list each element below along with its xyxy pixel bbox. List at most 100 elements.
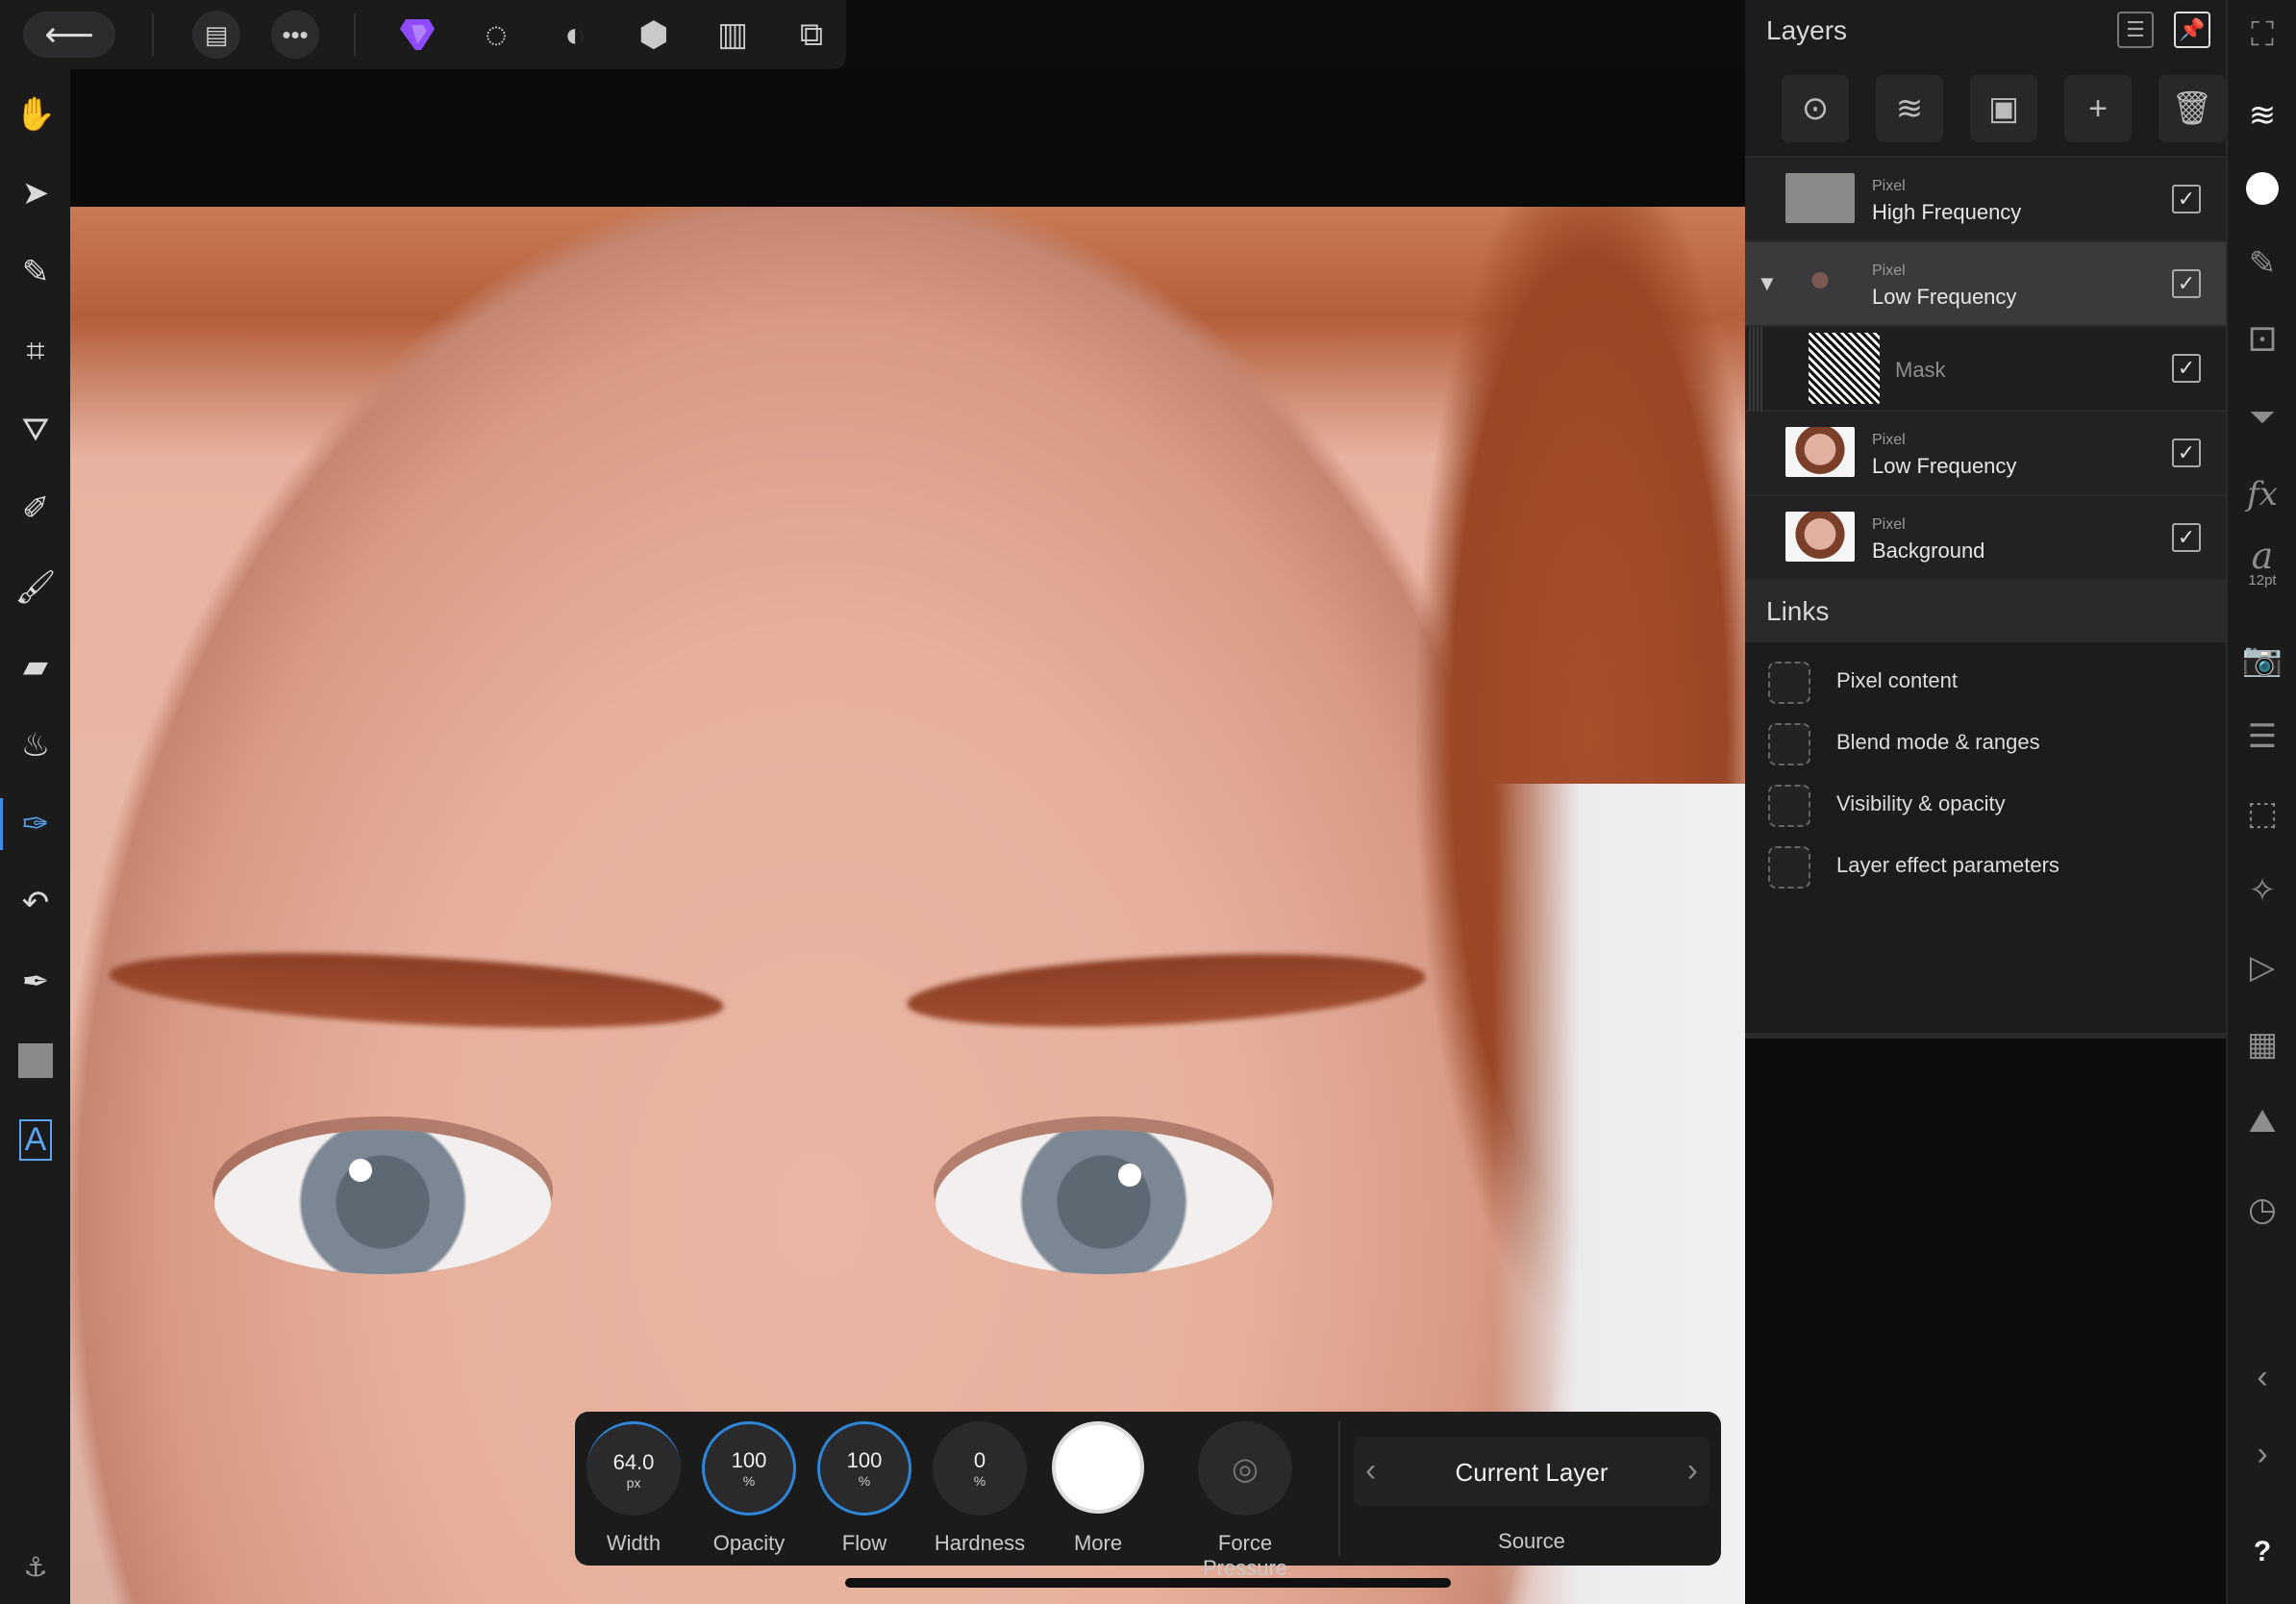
toolbar-divider (354, 13, 356, 56)
healing-brush-tool[interactable]: ✑ (0, 798, 62, 850)
histogram-studio-button[interactable]: ⛰ (2237, 1096, 2287, 1146)
transform-studio-button[interactable]: ⬚ (2237, 789, 2287, 839)
color-studio-button[interactable] (2237, 163, 2287, 213)
view-mode-icon: ⧉ (799, 15, 824, 53)
link-toggle[interactable] (1768, 723, 1810, 765)
force-pressure-toggle[interactable]: ◎ (1198, 1421, 1292, 1516)
help-button[interactable]: ? (2237, 1527, 2287, 1577)
layer-blend-button[interactable]: ≋ (1876, 75, 1943, 142)
adjustments-studio-button[interactable]: ⏷ (2237, 392, 2287, 442)
hand-tool[interactable]: ✋ (10, 88, 62, 140)
more-brush-options-button[interactable] (1052, 1421, 1144, 1514)
navigator-studio-button[interactable]: ✧ (2237, 865, 2287, 915)
flow-dial[interactable]: 100 % (817, 1421, 911, 1516)
move-tool[interactable]: ➤ (10, 167, 62, 219)
develop-persona-button[interactable]: ◐ (550, 10, 600, 60)
fullscreen-icon: ⛶ (2251, 15, 2274, 53)
pin-panel-button[interactable]: 📌 (2174, 12, 2210, 48)
pin-icon: 📌 (2179, 17, 2206, 41)
context-toolbar: 64.0 px Width 100 % Opacity 100 % Flow 0… (575, 1412, 1721, 1580)
chevron-right-icon[interactable]: › (1687, 1452, 1698, 1490)
selection-brush-tool[interactable]: ✐ (10, 483, 62, 535)
width-dial[interactable]: 64.0 px (586, 1421, 681, 1516)
home-indicator (845, 1578, 1451, 1588)
layer-row[interactable]: Pixel Background ✓ (1745, 496, 2226, 581)
child-indent-bar (1749, 327, 1762, 412)
brushes-studio-button[interactable]: ✎ (2237, 238, 2287, 288)
erase-tool[interactable]: ▰ (10, 640, 62, 692)
delete-layer-button[interactable]: 🗑 (2159, 75, 2226, 142)
flood-fill-tool[interactable]: ⛛ (10, 404, 62, 456)
layer-visibility-checkbox[interactable]: ✓ (2172, 354, 2201, 383)
hardness-dial[interactable]: 0 % (933, 1421, 1027, 1516)
crop-icon: ⌗ (26, 332, 45, 369)
link-toggle[interactable] (1768, 785, 1810, 827)
text-tool[interactable]: A (10, 1114, 62, 1165)
paint-brush-tool[interactable]: 🖌 (10, 562, 62, 614)
layers-studio-button[interactable]: ≋ (2237, 90, 2287, 140)
canvas-top-margin (0, 69, 1745, 207)
layer-visibility-checkbox[interactable]: ✓ (2172, 185, 2201, 213)
link-item[interactable]: Visibility & opacity (1745, 773, 2226, 835)
layer-type: Pixel (1872, 178, 1906, 194)
undo-brush-tool[interactable]: ↶ (10, 877, 62, 929)
layer-row[interactable]: Pixel High Frequency ✓ (1745, 158, 2226, 242)
fullscreen-button[interactable]: ⛶ (2237, 10, 2287, 60)
color-picker-tool[interactable]: ✎ (10, 246, 62, 298)
panel-menu-button[interactable]: ☰ (2117, 12, 2154, 48)
layer-row[interactable]: Pixel Low Frequency ✓ (1745, 412, 2226, 496)
history-studio-button[interactable]: ◷ (2237, 1185, 2287, 1235)
document-icon: ▤ (204, 19, 229, 49)
effects-studio-button[interactable]: fx (2237, 469, 2287, 519)
expand-triangle-icon[interactable]: ▼ (1757, 271, 1778, 296)
liquify-persona-icon: ◌ (485, 13, 508, 56)
text-styles-studio-button[interactable]: a 12pt (2237, 538, 2287, 589)
layer-thumbnail (1785, 173, 1855, 223)
rectangle-tool[interactable] (10, 1035, 62, 1087)
layer-row-mask[interactable]: Mask ✓ (1745, 327, 2226, 412)
layer-visibility-checkbox[interactable]: ✓ (2172, 269, 2201, 298)
quick-menu-button[interactable]: ⚓ (10, 1541, 62, 1592)
add-mask-button[interactable]: ▣ (1970, 75, 2037, 142)
export-persona-button[interactable]: ▥ (708, 10, 758, 60)
export-persona-icon: ▥ (716, 16, 749, 53)
crop-tool[interactable]: ⌗ (10, 325, 62, 377)
chevron-left-icon: ‹ (2257, 1358, 2268, 1395)
opacity-dial[interactable]: 100 % (702, 1421, 796, 1516)
pressure-icon: ◎ (1232, 1451, 1259, 1486)
layer-visibility-checkbox[interactable]: ✓ (2172, 523, 2201, 552)
view-mode-button[interactable]: ⧉ (786, 10, 836, 60)
link-toggle[interactable] (1768, 846, 1810, 889)
layer-row[interactable]: ▼ Pixel Low Frequency ✓ (1745, 242, 2226, 327)
more-button[interactable]: ••• (270, 10, 320, 60)
document-button[interactable]: ▤ (191, 10, 241, 60)
liquify-persona-button[interactable]: ◌ (471, 10, 521, 60)
document-canvas[interactable] (70, 207, 1745, 1604)
chevron-right-icon: › (2257, 1435, 2268, 1472)
source-selector[interactable]: ‹ Current Layer › (1354, 1437, 1710, 1506)
link-item[interactable]: Pixel content (1745, 650, 2226, 712)
histogram-icon: ⛰ (2248, 1102, 2277, 1140)
burn-tool[interactable]: ♨ (10, 719, 62, 771)
tone-mapping-persona-button[interactable]: ⬢ (629, 10, 679, 60)
hardness-value: 0 (973, 1448, 986, 1472)
opacity-value: 100 (731, 1448, 767, 1472)
sliders-studio-button[interactable]: ☰ (2237, 712, 2287, 762)
grid-studio-button[interactable]: ▦ (2237, 1019, 2287, 1069)
layer-options-button[interactable]: ⊙ (1782, 75, 1849, 142)
link-toggle[interactable] (1768, 662, 1810, 704)
link-item[interactable]: Blend mode & ranges (1745, 712, 2226, 773)
macros-studio-button[interactable]: ▷ (2237, 942, 2287, 992)
back-button[interactable]: ⟵ (23, 12, 115, 58)
snapshots-studio-button[interactable]: 📷 (2237, 635, 2287, 685)
pen-tool[interactable]: ✒ (10, 956, 62, 1008)
collapse-left-button[interactable]: ‹ (2237, 1352, 2287, 1402)
channels-studio-button[interactable]: ⚀ (2237, 315, 2287, 365)
add-layer-button[interactable]: + (2064, 75, 2132, 142)
layers-panel-title: Layers (1766, 15, 1848, 45)
collapse-right-button[interactable]: › (2237, 1429, 2287, 1479)
photo-persona-button[interactable] (392, 10, 442, 60)
link-item[interactable]: Layer effect parameters (1745, 835, 2226, 896)
flow-value: 100 (846, 1448, 883, 1472)
layer-visibility-checkbox[interactable]: ✓ (2172, 439, 2201, 467)
